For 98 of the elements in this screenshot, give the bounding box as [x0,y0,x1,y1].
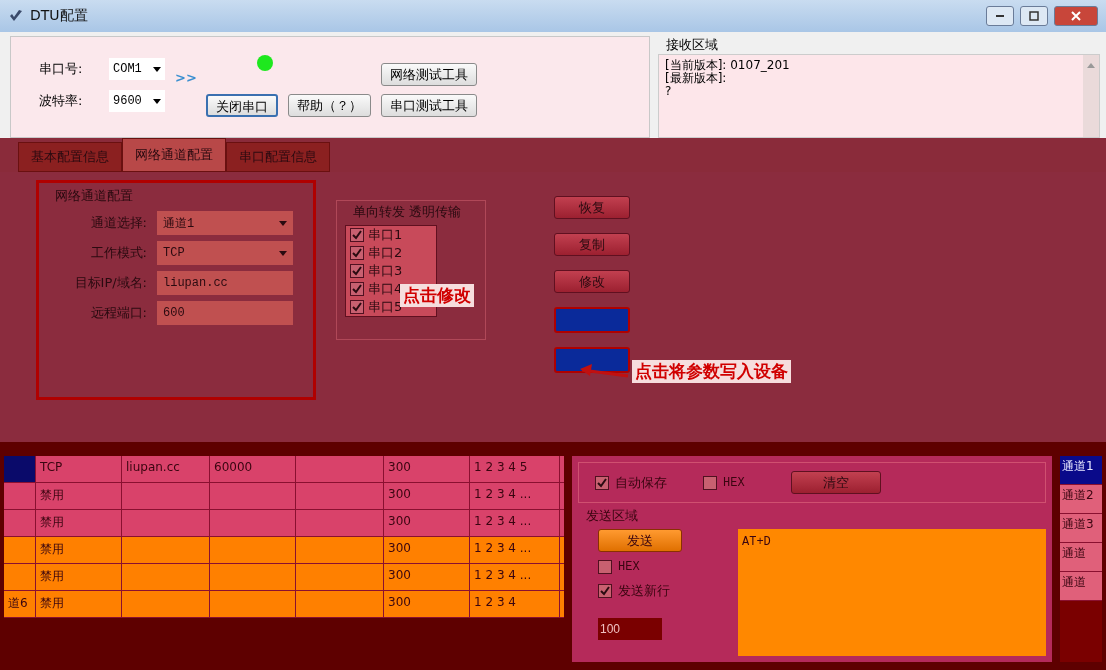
toolbar-button[interactable]: 帮助（？） [288,94,371,117]
checkbox[interactable] [350,246,364,260]
send-button[interactable]: 发送 [598,529,682,552]
clear-button[interactable]: 清空 [790,471,881,494]
field-label: 工作模式: [89,244,147,262]
table-cell: 1 2 3 4 ... [470,564,560,590]
table-row[interactable]: 禁用 300 1 2 3 4 ... [4,537,564,564]
dropdown-icon [279,220,287,226]
table-cell: 禁用 [36,510,122,536]
annotation-text: 点击将参数写入设备 [632,360,791,383]
toolbar-button[interactable]: 网络测试工具 [381,63,477,86]
checkbox[interactable] [595,475,609,490]
port-select[interactable]: COM1 [109,58,165,80]
send-text: AT+D [742,535,771,549]
checkbox[interactable] [350,228,364,242]
group-title: 单向转发 透明传输 [352,204,463,219]
table-cell: 300 [384,483,470,509]
table-cell: 300 [384,564,470,590]
input-field[interactable]: liupan.cc [157,271,293,295]
channel-select[interactable]: TCP [157,241,293,265]
list-item[interactable]: 通道 [1060,572,1102,601]
table-cell: 禁用 [36,537,122,563]
maximize-button[interactable] [1020,6,1048,26]
log-line: [当前版本]: 0107_201 [665,59,791,72]
checkbox-label: HEX [723,475,745,490]
action-button[interactable]: 恢复 [554,196,630,219]
interval-field[interactable]: 100 [598,618,662,640]
table-cell: 禁用 [36,591,122,617]
log-line: ? [665,85,673,98]
receive-area-title: 接收区域 [665,36,719,54]
checkbox-label: 串口2 [368,244,403,262]
table-cell: 1 2 3 4 ... [470,510,560,536]
table-row[interactable]: 道6 禁用 300 1 2 3 4 [4,591,564,618]
list-item[interactable]: 通道2 [1060,485,1102,514]
table-cell: 1 2 3 4 ... [470,483,560,509]
table-cell: 300 [384,456,470,482]
table-cell: 60000 [210,456,296,482]
table-cell: 300 [384,537,470,563]
expand-toggle[interactable]: >> [175,69,197,85]
close-icon [1070,10,1082,22]
toolbar-button[interactable]: 关闭串口 [206,94,278,117]
close-button[interactable] [1054,6,1098,26]
field-label: 远程端口: [89,304,147,322]
checkbox-label: 串口1 [368,226,403,244]
scroll-up-icon [1087,63,1095,68]
field-label: 目标IP/域名: [73,274,147,292]
table-row[interactable]: 禁用 300 1 2 3 4 ... [4,564,564,591]
tab[interactable]: 网络通道配置 [122,138,226,172]
table-cell: TCP [36,456,122,482]
log-line: [最新版本]: [665,72,728,85]
table-cell: 禁用 [36,483,122,509]
checkbox[interactable] [350,282,364,296]
baud-select[interactable]: 9600 [109,90,165,112]
input-field[interactable]: 600 [157,301,293,325]
maximize-icon [1029,11,1039,21]
port-label: 串口号: [39,60,84,78]
list-item[interactable]: 通道 [1060,543,1102,572]
table-cell [4,456,36,482]
checkbox-label: 串口3 [368,262,403,280]
checkbox[interactable] [703,475,717,490]
checkbox[interactable] [598,560,612,574]
dropdown-icon [279,250,287,256]
table-cell: liupan.cc [122,456,210,482]
checkbox[interactable] [350,300,364,314]
action-button[interactable]: 复制 [554,233,630,256]
checkbox[interactable] [598,584,612,598]
table-cell: 禁用 [36,564,122,590]
scrollbar[interactable] [1083,55,1099,137]
checkbox-label: 发送新行 [618,582,670,600]
dropdown-icon [153,66,161,72]
table-cell: 1 2 3 4 [470,591,560,617]
minimize-icon [996,15,1004,17]
table-row[interactable]: 禁用 300 1 2 3 4 ... [4,483,564,510]
annotation-text: 点击修改 [400,284,474,307]
checkbox-label: 自动保存 [615,473,667,492]
field-label: 通道选择: [89,214,147,232]
channel-select[interactable]: 通道1 [157,211,293,235]
checkbox-label: 串口5 [368,298,403,316]
checkbox[interactable] [350,264,364,278]
window-title: DTU配置 [30,7,88,25]
list-item[interactable]: 通道1 [1060,456,1102,485]
send-text-area[interactable]: AT+D [738,529,1046,656]
minimize-button[interactable] [986,6,1014,26]
table-row[interactable]: 禁用 300 1 2 3 4 ... [4,510,564,537]
table-cell: 1 2 3 4 5 [470,456,560,482]
list-item[interactable]: 通道3 [1060,514,1102,543]
checkbox-label: HEX [618,560,640,574]
toolbar-button[interactable]: 串口测试工具 [381,94,477,117]
table-cell: 300 [384,510,470,536]
table-cell: 道6 [4,591,36,617]
dropdown-icon [153,98,161,104]
table-cell: 300 [384,591,470,617]
table-row[interactable]: TCP liupan.cc 60000 300 1 2 3 4 5 [4,456,564,483]
group-title: 网络通道配置 [54,187,134,205]
action-button[interactable]: 修改 [554,270,630,293]
send-area-title: 发送区域 [585,507,639,525]
baud-label: 波特率: [39,92,84,110]
table-cell: 1 2 3 4 ... [470,537,560,563]
